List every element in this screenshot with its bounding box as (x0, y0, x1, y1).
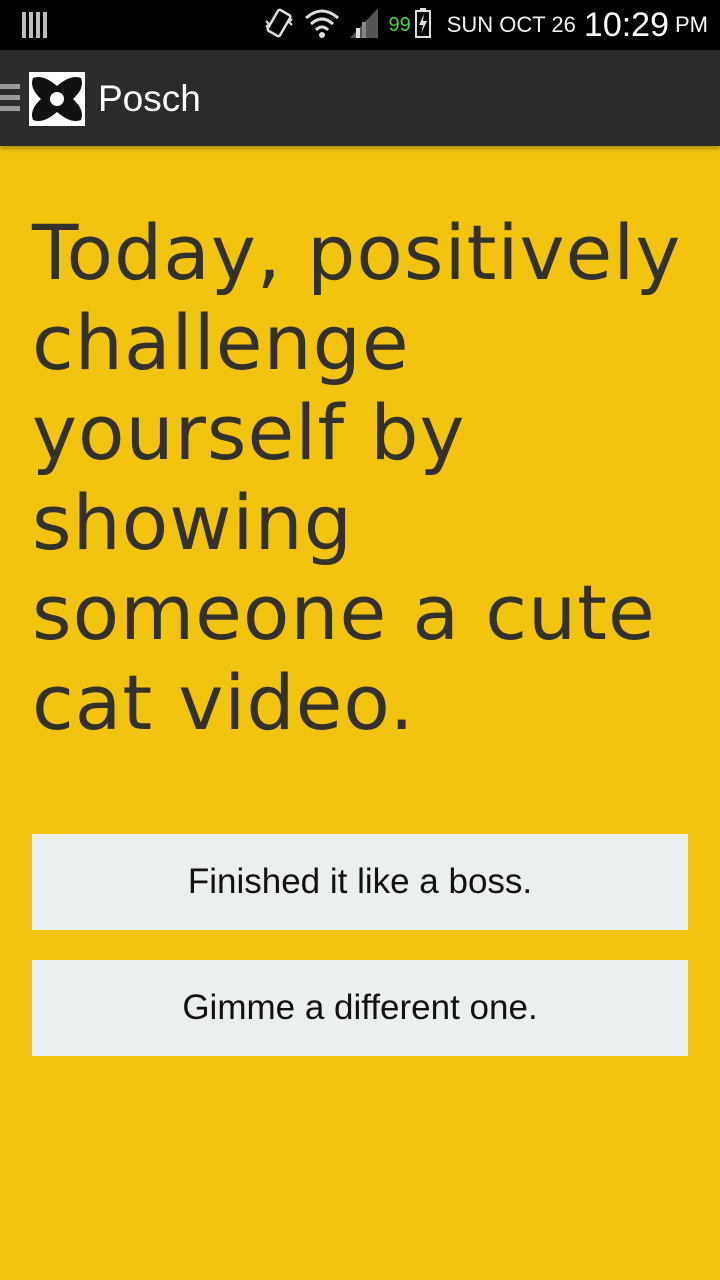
menu-icon[interactable] (0, 84, 22, 114)
status-time: 10:29 (583, 5, 669, 44)
status-ampm: PM (675, 12, 708, 37)
different-one-button[interactable]: Gimme a different one. (32, 960, 688, 1056)
app-title: Posch (98, 78, 201, 119)
status-bar: 99 SUN OCT 26 10:29 PM (0, 0, 720, 50)
wifi-icon (304, 8, 340, 43)
battery-charging-icon (414, 7, 431, 43)
notification-bars-icon (22, 12, 48, 43)
status-date: SUN OCT 26 (446, 12, 576, 37)
finished-button[interactable]: Finished it like a boss. (32, 834, 688, 930)
signal-icon (350, 7, 379, 43)
action-bar: Posch (0, 50, 720, 146)
challenge-text: Today, positively challenge yourself by … (32, 208, 682, 747)
vibrate-icon (264, 7, 294, 44)
battery-percentage: 99 (388, 13, 411, 36)
app-logo-icon[interactable] (29, 72, 85, 126)
